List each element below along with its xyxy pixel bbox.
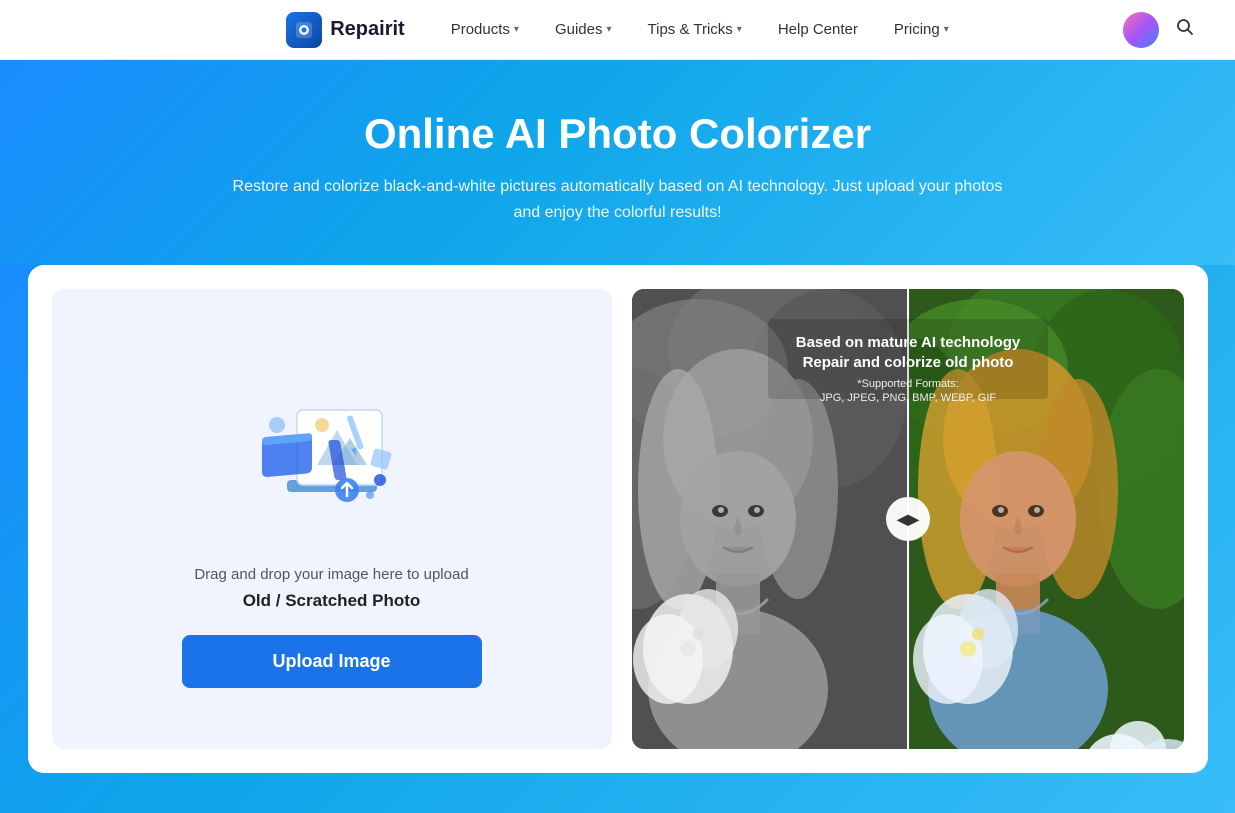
nav-pricing[interactable]: Pricing ▾ bbox=[894, 21, 949, 38]
main-card: Drag and drop your image here to upload … bbox=[28, 265, 1208, 773]
main-card-wrapper: Drag and drop your image here to upload … bbox=[0, 265, 1235, 813]
search-icon[interactable] bbox=[1175, 17, 1195, 42]
svg-text:◀▶: ◀▶ bbox=[896, 511, 920, 527]
logo-icon bbox=[286, 12, 322, 48]
photo-type-label: Old / Scratched Photo bbox=[243, 591, 421, 611]
chevron-down-icon: ▾ bbox=[606, 24, 611, 35]
hero-section: Online AI Photo Colorizer Restore and co… bbox=[0, 60, 1235, 265]
upload-button[interactable]: Upload Image bbox=[182, 635, 482, 688]
preview-image: Based on mature AI technology Repair and… bbox=[632, 289, 1184, 749]
svg-text:JPG, JPEG, PNG, BMP, WEBP, GIF: JPG, JPEG, PNG, BMP, WEBP, GIF bbox=[819, 392, 996, 404]
nav-tips-tricks[interactable]: Tips & Tricks ▾ bbox=[648, 21, 742, 38]
svg-text:Based on mature AI technology: Based on mature AI technology bbox=[795, 334, 1020, 351]
chevron-down-icon: ▾ bbox=[514, 24, 519, 35]
upload-illustration bbox=[232, 350, 432, 550]
hero-title: Online AI Photo Colorizer bbox=[20, 110, 1215, 158]
logo[interactable]: Repairit bbox=[286, 12, 404, 48]
svg-text:*Supported Formats:: *Supported Formats: bbox=[857, 378, 959, 390]
brand-name: Repairit bbox=[330, 18, 404, 41]
navbar: Repairit Products ▾ Guides ▾ Tips & Tric… bbox=[0, 0, 1235, 60]
preview-area: Based on mature AI technology Repair and… bbox=[632, 289, 1184, 749]
nav-products[interactable]: Products ▾ bbox=[451, 21, 519, 38]
avatar[interactable] bbox=[1123, 12, 1159, 48]
nav-help-center[interactable]: Help Center bbox=[778, 21, 858, 38]
card-content: Drag and drop your image here to upload … bbox=[52, 289, 1184, 749]
drag-drop-text: Drag and drop your image here to upload bbox=[194, 566, 468, 583]
chevron-down-icon: ▾ bbox=[944, 24, 949, 35]
svg-text:Repair and colorize old photo: Repair and colorize old photo bbox=[802, 354, 1013, 371]
chevron-down-icon: ▾ bbox=[737, 24, 742, 35]
nav-guides[interactable]: Guides ▾ bbox=[555, 21, 612, 38]
hero-subtitle: Restore and colorize black-and-white pic… bbox=[228, 174, 1008, 225]
upload-area: Drag and drop your image here to upload … bbox=[52, 289, 612, 749]
